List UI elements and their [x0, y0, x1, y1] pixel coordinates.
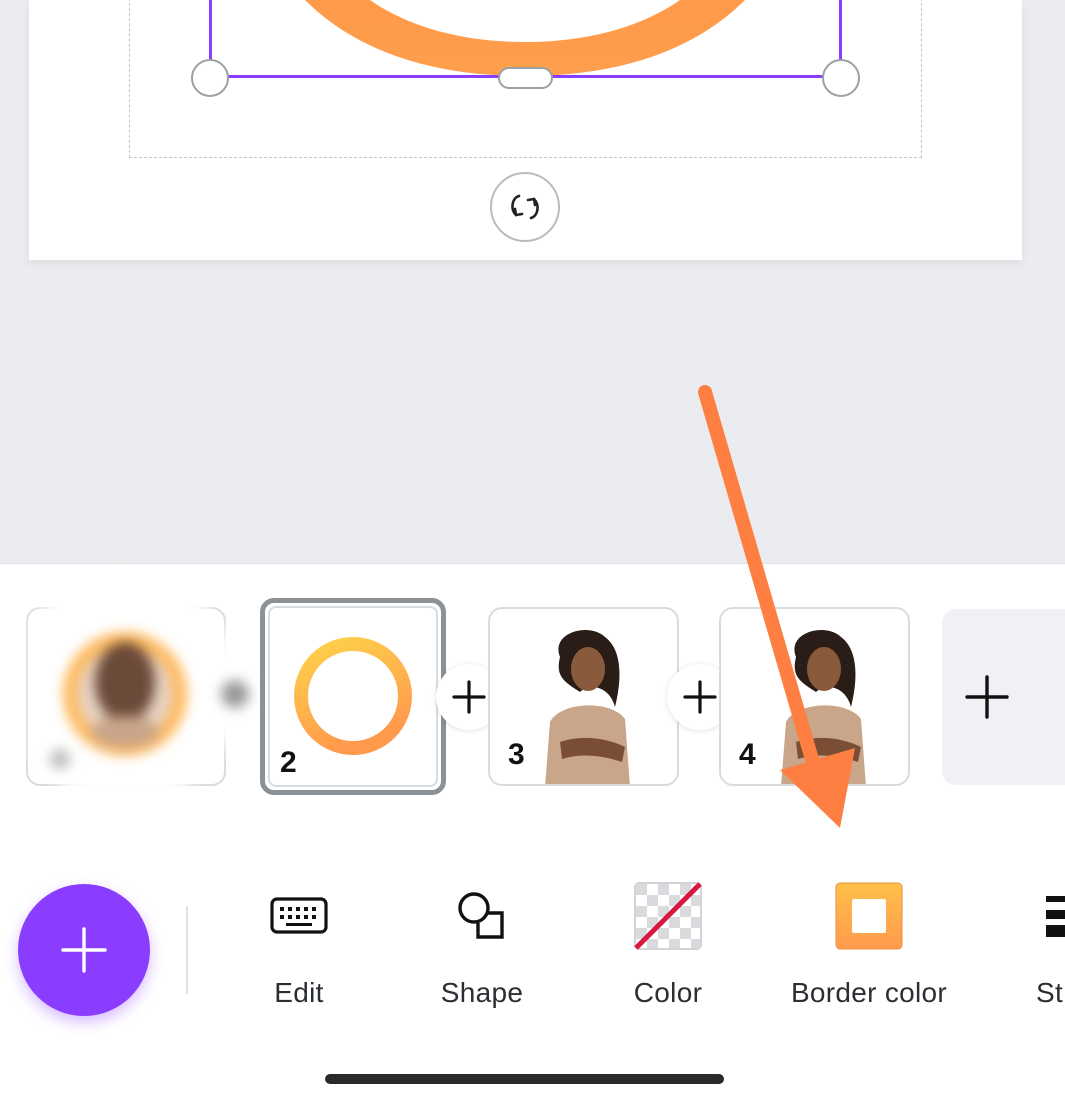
plus-icon [965, 675, 1009, 719]
ring-preview [294, 637, 412, 755]
page-number: 4 [739, 738, 756, 771]
tool-label: Shape [440, 977, 524, 1008]
page-thumbnail-4[interactable]: 4 [719, 607, 910, 786]
tool-label: Edit [274, 977, 324, 1008]
page-thumbnail-2[interactable]: 2 [260, 598, 446, 795]
plus-icon [683, 680, 717, 714]
page-number: 2 [280, 746, 297, 779]
resize-handle-bottom-right[interactable] [822, 59, 860, 97]
resize-handle-bottom-left[interactable] [191, 59, 229, 97]
no-color-icon [634, 882, 702, 950]
tool-label: Color [633, 977, 703, 1008]
plus-icon [452, 680, 486, 714]
bottom-panel: 2 3 4 Edit Shape Color Border color St [0, 563, 1065, 1102]
tool-shape[interactable]: Shape [436, 879, 528, 1014]
resize-handle-bottom[interactable] [498, 67, 553, 89]
add-page-button[interactable] [942, 609, 1065, 785]
add-element-button[interactable] [18, 884, 150, 1016]
keyboard-icon [270, 897, 328, 934]
tool-label: Border color [790, 977, 948, 1008]
page-thumbnail-1-preview [30, 574, 249, 794]
border-color-icon [835, 882, 903, 950]
rotate-icon [511, 194, 539, 220]
shape-icon [458, 892, 504, 939]
woman-photo [781, 629, 866, 784]
tool-stroke-style[interactable]: St [1036, 879, 1065, 1014]
page-number: 3 [508, 738, 525, 771]
woman-photo [545, 629, 630, 784]
tool-border-color[interactable]: Border color [783, 879, 955, 1014]
stroke-style-icon [1046, 896, 1065, 937]
plus-icon [61, 927, 107, 973]
tool-label: St [1036, 977, 1064, 1008]
toolbar-divider [186, 906, 188, 994]
tool-color[interactable]: Color [624, 879, 712, 1014]
home-indicator [325, 1074, 724, 1084]
rotate-button[interactable] [490, 172, 560, 242]
tool-edit[interactable]: Edit [262, 879, 336, 1014]
page-thumbnail-3[interactable]: 3 [488, 607, 679, 786]
